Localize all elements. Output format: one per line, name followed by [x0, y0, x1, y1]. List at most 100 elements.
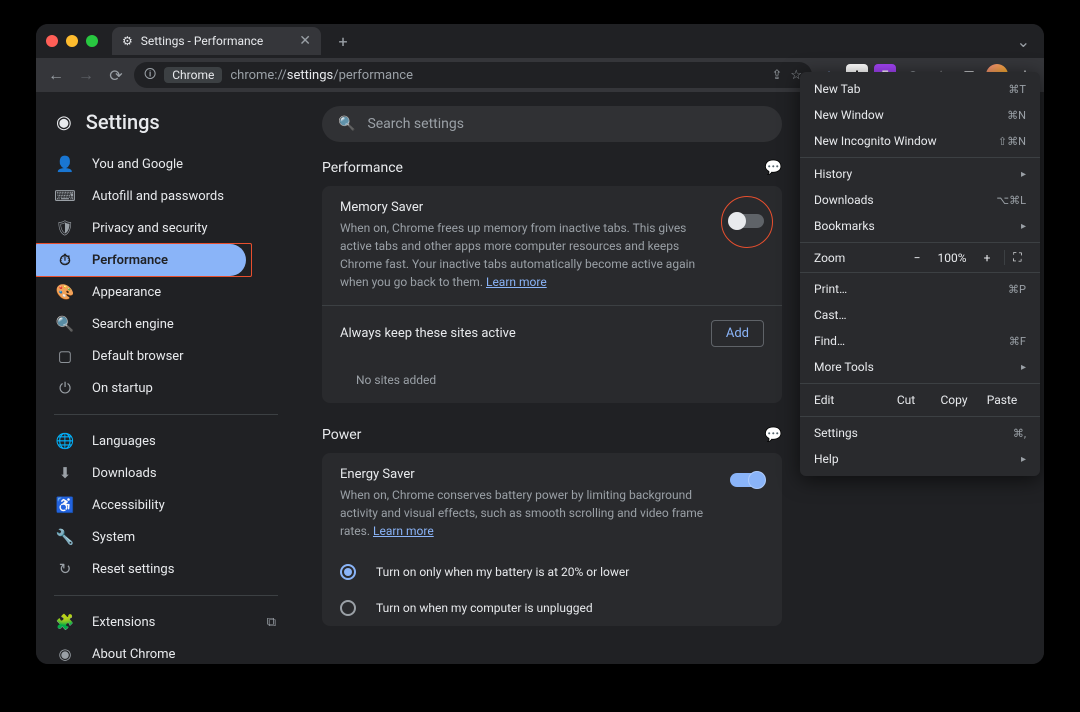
menu-history[interactable]: History▸	[800, 161, 1040, 187]
menu-more-tools[interactable]: More Tools▸	[800, 354, 1040, 380]
sidebar-item-appearance[interactable]: 🎨Appearance	[36, 276, 296, 308]
radio-option-unplugged[interactable]: Turn on when my computer is unplugged	[322, 590, 782, 626]
feedback-icon[interactable]: 💬	[765, 427, 782, 443]
menu-divider	[800, 416, 1040, 417]
external-link-icon: ⧉	[267, 615, 276, 630]
menu-edit: Edit Cut Copy Paste	[800, 387, 1040, 413]
sidebar-item-search-engine[interactable]: 🔍 Search engine	[36, 308, 296, 340]
menu-divider	[800, 272, 1040, 273]
sidebar-item-label: Reset settings	[92, 562, 174, 577]
sidebar-item-accessibility[interactable]: ♿Accessibility	[36, 489, 296, 521]
sidebar-item-label: About Chrome	[92, 647, 175, 662]
zoom-in-button[interactable]: +	[974, 251, 1000, 265]
menu-print[interactable]: Print…⌘P	[800, 276, 1040, 302]
chrome-logo-icon: ◉	[56, 112, 72, 133]
divider	[54, 595, 278, 596]
menu-settings[interactable]: Settings⌘,	[800, 420, 1040, 446]
chevron-down-icon[interactable]: ⌄	[1017, 32, 1030, 51]
window-minimize[interactable]	[66, 35, 78, 47]
chrome-chip: Chrome	[164, 67, 222, 83]
sidebar-item-on-startup[interactable]: ⏻On startup	[36, 372, 296, 404]
chevron-right-icon: ▸	[1021, 362, 1026, 373]
menu-downloads[interactable]: Downloads⌥⌘L	[800, 187, 1040, 213]
sidebar-item-you-and-google[interactable]: 👤You and Google	[36, 148, 296, 180]
energy-saver-toggle[interactable]	[730, 473, 764, 487]
back-button[interactable]: ←	[44, 63, 68, 87]
sidebar-item-reset[interactable]: ↻ Reset settings	[36, 553, 296, 585]
omnibox[interactable]: 🛈 Chrome chrome://settings/performance ⇪…	[134, 62, 812, 88]
sidebar-item-label: Search engine	[92, 317, 174, 332]
sidebar-item-default-browser[interactable]: ▢ Default browser	[36, 340, 296, 372]
search-icon: 🔍	[56, 315, 74, 333]
speed-icon: ⏱	[56, 251, 74, 269]
no-sites-message: No sites added	[322, 361, 782, 403]
sidebar-item-downloads[interactable]: ⬇ Downloads	[36, 457, 296, 489]
chrome-icon: ◉	[56, 645, 74, 663]
zoom-out-button[interactable]: −	[904, 251, 930, 265]
radio-option-battery[interactable]: Turn on only when my battery is at 20% o…	[322, 554, 782, 590]
radio-label: Turn on when my computer is unplugged	[376, 601, 593, 615]
menu-find[interactable]: Find…⌘F	[800, 328, 1040, 354]
sidebar-item-privacy[interactable]: 🛡 Privacy and security	[36, 212, 296, 244]
sidebar-item-about[interactable]: ◉ About Chrome	[36, 638, 296, 664]
menu-cast[interactable]: Cast…	[800, 302, 1040, 328]
memory-saver-toggle[interactable]	[730, 214, 764, 228]
always-active-label: Always keep these sites active	[340, 326, 516, 341]
sidebar-item-label: Downloads	[92, 466, 157, 481]
forward-button[interactable]: →	[74, 63, 98, 87]
learn-more-link[interactable]: Learn more	[373, 524, 434, 538]
sidebar-item-extensions[interactable]: 🧩Extensions⧉	[36, 606, 296, 638]
memory-saver-card: Memory Saver When on, Chrome frees up me…	[322, 186, 782, 403]
sidebar-item-label: Accessibility	[92, 498, 165, 513]
sidebar-item-label: Privacy and security	[92, 221, 208, 236]
browser-icon: ▢	[56, 347, 74, 365]
sidebar-item-autofill[interactable]: ⌨Autofill and passwords	[36, 180, 296, 212]
chevron-right-icon: ▸	[1021, 454, 1026, 465]
sidebar-item-label: Performance	[92, 253, 168, 268]
window-close[interactable]	[46, 35, 58, 47]
shield-icon: 🛡	[56, 219, 74, 237]
reset-icon: ↻	[56, 560, 74, 578]
menu-zoom: Zoom − 100% + ⛶	[800, 246, 1040, 269]
cut-button[interactable]: Cut	[882, 393, 930, 407]
gear-icon: ⚙	[122, 34, 133, 48]
url-suffix: /performance	[333, 68, 413, 83]
menu-bookmarks[interactable]: Bookmarks▸	[800, 213, 1040, 239]
download-icon: ⬇	[56, 464, 74, 482]
menu-divider	[800, 157, 1040, 158]
palette-icon: 🎨	[56, 283, 74, 301]
sidebar-header: ◉ Settings	[36, 102, 296, 148]
fullscreen-button[interactable]: ⛶	[1004, 250, 1030, 265]
search-settings-input[interactable]: 🔍 Search settings	[322, 106, 782, 142]
divider	[54, 414, 278, 415]
sidebar-item-label: Extensions	[92, 615, 155, 630]
learn-more-link[interactable]: Learn more	[486, 275, 547, 289]
sidebar-item-label: Autofill and passwords	[92, 189, 224, 204]
menu-incognito[interactable]: New Incognito Window⇧⌘N	[800, 128, 1040, 154]
copy-button[interactable]: Copy	[930, 393, 978, 407]
person-icon: 👤	[56, 155, 74, 173]
reload-button[interactable]: ⟳	[104, 63, 128, 87]
memory-saver-desc: When on, Chrome frees up memory from ina…	[340, 219, 764, 291]
browser-tab[interactable]: ⚙ Settings - Performance ✕	[112, 27, 321, 55]
share-icon[interactable]: ⇪	[771, 68, 782, 83]
sidebar-item-performance[interactable]: ⏱ Performance	[36, 244, 246, 276]
sidebar-item-languages[interactable]: 🌐Languages	[36, 425, 296, 457]
menu-new-window[interactable]: New Window⌘N	[800, 102, 1040, 128]
menu-new-tab[interactable]: New Tab⌘T	[800, 76, 1040, 102]
power-heading-row: Power 💬	[322, 427, 782, 443]
paste-button[interactable]: Paste	[978, 393, 1026, 407]
menu-divider	[800, 383, 1040, 384]
new-tab-button[interactable]: +	[331, 32, 355, 51]
add-button[interactable]: Add	[711, 320, 764, 347]
window-zoom[interactable]	[86, 35, 98, 47]
chrome-menu: New Tab⌘T New Window⌘N New Incognito Win…	[800, 72, 1040, 476]
sidebar-item-system[interactable]: 🔧System	[36, 521, 296, 553]
close-icon[interactable]: ✕	[299, 33, 311, 49]
feedback-icon[interactable]: 💬	[765, 160, 782, 176]
sidebar-item-label: System	[92, 530, 135, 545]
tab-title: Settings - Performance	[141, 34, 264, 48]
menu-help[interactable]: Help▸	[800, 446, 1040, 472]
settings-sidebar: ◉ Settings 👤You and Google ⌨Autofill and…	[36, 92, 296, 664]
sidebar-item-label: Default browser	[92, 349, 184, 364]
